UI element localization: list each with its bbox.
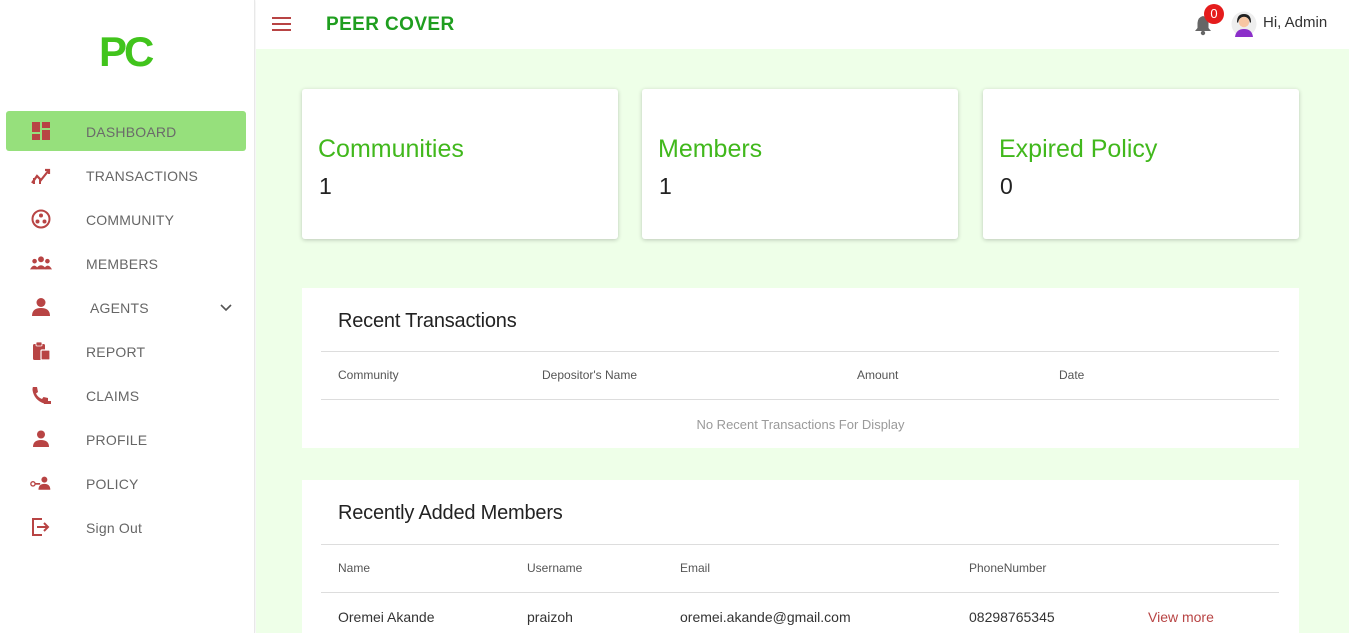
sidebar-item-label: PROFILE xyxy=(86,432,148,448)
policy-key-icon xyxy=(30,476,51,490)
logo[interactable]: PC xyxy=(99,28,154,76)
hamburger-menu-icon[interactable] xyxy=(272,16,292,32)
dashboard-icon xyxy=(32,122,50,140)
sidebar-item-policy[interactable]: POLICY xyxy=(6,463,246,503)
stat-card-expired-policy[interactable]: Expired Policy 0 xyxy=(983,89,1299,239)
sidebar-item-label: MEMBERS xyxy=(86,256,159,272)
sidebar-item-label: COMMUNITY xyxy=(86,212,175,228)
column-header-amount: Amount xyxy=(857,368,899,382)
sidebar-item-transactions[interactable]: TRANSACTIONS xyxy=(6,155,246,195)
claims-phone-icon xyxy=(32,387,51,404)
user-avatar-icon[interactable] xyxy=(1231,10,1257,38)
sign-out-icon xyxy=(32,518,50,536)
stat-card-title: Communities xyxy=(318,135,464,163)
sidebar-item-label: POLICY xyxy=(86,476,139,492)
sidebar-item-sign-out[interactable]: Sign Out xyxy=(6,507,246,547)
sidebar-item-label: TRANSACTIONS xyxy=(86,168,199,184)
divider xyxy=(321,351,1279,352)
column-header-date: Date xyxy=(1059,368,1085,382)
column-header-email: Email xyxy=(680,561,711,575)
sidebar-nav: DASHBOARD TRANSACTIONS COMMUNITY MEMBERS… xyxy=(6,111,246,551)
divider xyxy=(321,592,1279,593)
divider xyxy=(321,544,1279,545)
chevron-down-icon[interactable] xyxy=(218,299,234,315)
stat-card-value: 1 xyxy=(319,173,332,199)
sidebar-item-dashboard[interactable]: DASHBOARD xyxy=(6,111,246,151)
sidebar-item-report[interactable]: REPORT xyxy=(6,331,246,371)
app: PC DASHBOARD TRANSACTIONS COMMUNITY MEMB… xyxy=(0,0,1349,633)
member-email: oremei.akande@gmail.com xyxy=(680,609,851,625)
user-greeting[interactable]: Hi, Admin xyxy=(1263,14,1327,31)
column-header-phone: PhoneNumber xyxy=(969,561,1047,575)
app-title: PEER COVER xyxy=(326,14,455,35)
sidebar-item-profile[interactable]: PROFILE xyxy=(6,419,246,459)
empty-state-text: No Recent Transactions For Display xyxy=(696,417,905,432)
community-icon xyxy=(31,209,51,229)
panel-title: Recent Transactions xyxy=(338,310,517,332)
agent-icon xyxy=(32,298,50,316)
member-name: Oremei Akande xyxy=(338,609,435,625)
stat-card-members[interactable]: Members 1 xyxy=(642,89,958,239)
sidebar-item-community[interactable]: COMMUNITY xyxy=(6,199,246,239)
sidebar-item-agents[interactable]: AGENTS xyxy=(6,287,246,327)
column-header-community: Community xyxy=(338,368,399,382)
sidebar-item-claims[interactable]: CLAIMS xyxy=(6,375,246,415)
column-header-name: Name xyxy=(338,561,371,575)
sidebar: PC DASHBOARD TRANSACTIONS COMMUNITY MEMB… xyxy=(0,0,255,633)
panel-title: Recently Added Members xyxy=(338,502,563,524)
sidebar-item-label: AGENTS xyxy=(90,300,149,316)
members-icon xyxy=(30,256,52,270)
recent-transactions-panel: Recent Transactions Community Depositor'… xyxy=(302,288,1299,448)
profile-icon xyxy=(33,430,49,447)
view-more-link[interactable]: View more xyxy=(1148,609,1214,625)
stat-card-title: Expired Policy xyxy=(999,135,1158,163)
sidebar-item-label: CLAIMS xyxy=(86,388,140,404)
recent-members-panel: Recently Added Members Name Username Ema… xyxy=(302,480,1299,633)
stat-card-value: 0 xyxy=(1000,173,1013,199)
divider xyxy=(321,399,1279,400)
sidebar-item-label: DASHBOARD xyxy=(86,124,177,140)
column-header-username: Username xyxy=(527,561,583,575)
transactions-chart-icon xyxy=(31,168,51,184)
sidebar-item-members[interactable]: MEMBERS xyxy=(6,243,246,283)
report-icon xyxy=(33,341,51,361)
top-bar: PEER COVER 0 Hi, Admin xyxy=(256,0,1349,49)
stat-card-title: Members xyxy=(658,135,763,163)
main-content: Communities 1 Members 1 Expired Policy 0… xyxy=(256,49,1349,633)
stat-card-communities[interactable]: Communities 1 xyxy=(302,89,618,239)
member-username: praizoh xyxy=(527,609,573,625)
stat-card-value: 1 xyxy=(659,173,672,199)
notification-count-badge: 0 xyxy=(1204,4,1224,24)
sidebar-item-label: Sign Out xyxy=(86,520,143,536)
column-header-depositor-name: Depositor's Name xyxy=(542,368,637,382)
sidebar-item-label: REPORT xyxy=(86,344,146,360)
member-phone: 08298765345 xyxy=(969,609,1055,625)
